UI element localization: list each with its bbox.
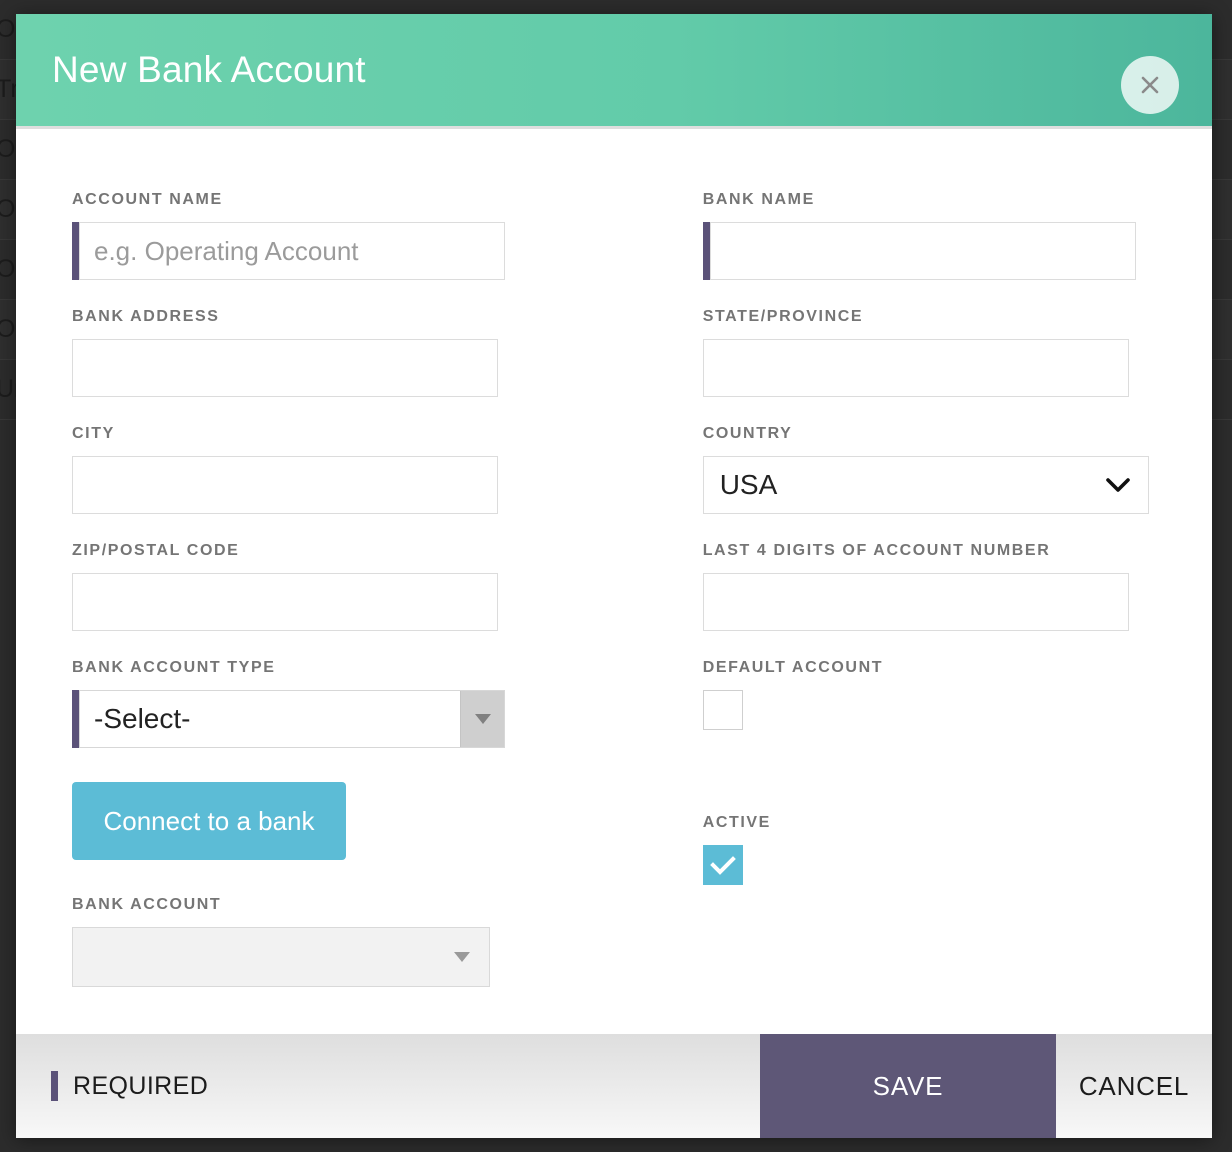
bank-address-input[interactable] xyxy=(72,339,498,397)
required-legend: REQUIRED xyxy=(51,1071,208,1101)
label-active: ACTIVE xyxy=(702,814,771,831)
label-last-4-digits: LAST 4 DIGITS OF ACCOUNT NUMBER xyxy=(702,542,1051,559)
dialog-header: New Bank Account xyxy=(16,14,1212,129)
bank-account-select xyxy=(72,927,490,987)
label-country: COUNTRY xyxy=(702,425,793,442)
required-marker xyxy=(702,222,710,280)
bank-account-type-select[interactable]: -Select- xyxy=(79,690,505,748)
form-left-column: ACCOUNT NAME BANK ADDRESS CITY xyxy=(72,191,703,1015)
label-state-province: STATE/PROVINCE xyxy=(702,308,864,325)
field-city: CITY xyxy=(72,425,703,514)
field-bank-name: BANK NAME xyxy=(702,191,1156,280)
required-marker xyxy=(72,690,79,748)
footer-buttons: SAVE CANCEL xyxy=(760,1034,1212,1138)
cancel-button[interactable]: CANCEL xyxy=(1056,1034,1212,1138)
field-account-name: ACCOUNT NAME xyxy=(72,191,703,280)
save-button[interactable]: SAVE xyxy=(760,1034,1056,1138)
close-icon[interactable] xyxy=(1121,56,1179,114)
form-right-column: BANK NAME STATE/PROVINCE COUNTRY USA LAS… xyxy=(702,191,1156,1015)
field-bank-account: BANK ACCOUNT xyxy=(72,896,703,987)
dialog-title: New Bank Account xyxy=(52,49,366,90)
label-city: CITY xyxy=(72,425,115,442)
label-bank-name: BANK NAME xyxy=(702,191,815,208)
state-province-input[interactable] xyxy=(702,339,1129,397)
zip-postal-code-input[interactable] xyxy=(72,573,498,631)
required-marker xyxy=(72,222,79,280)
field-active: ACTIVE xyxy=(702,814,1156,885)
triangle-down-icon[interactable] xyxy=(460,691,504,747)
field-bank-account-type: BANK ACCOUNT TYPE -Select- xyxy=(72,659,703,748)
required-marker xyxy=(51,1071,58,1101)
label-account-name: ACCOUNT NAME xyxy=(72,191,223,208)
new-bank-account-dialog: New Bank Account ACCOUNT NAME B xyxy=(16,14,1212,1138)
chevron-down-icon xyxy=(1104,469,1132,501)
city-input[interactable] xyxy=(72,456,498,514)
field-last-4-digits: LAST 4 DIGITS OF ACCOUNT NUMBER xyxy=(702,542,1156,631)
label-zip-postal-code: ZIP/POSTAL CODE xyxy=(72,542,240,559)
required-legend-label: REQUIRED xyxy=(73,1071,209,1100)
country-select[interactable]: USA xyxy=(702,456,1149,514)
checkmark-icon xyxy=(709,856,736,875)
triangle-down-icon xyxy=(435,928,489,986)
connect-to-a-bank-button[interactable]: Connect to a bank xyxy=(72,782,346,860)
last-4-digits-input[interactable] xyxy=(702,573,1129,631)
field-country: COUNTRY USA xyxy=(702,425,1156,514)
country-value: USA xyxy=(719,469,778,500)
field-state-province: STATE/PROVINCE xyxy=(702,308,1156,397)
label-bank-account: BANK ACCOUNT xyxy=(72,896,222,913)
bank-account-type-value: -Select- xyxy=(94,703,191,734)
label-bank-address: BANK ADDRESS xyxy=(72,308,220,325)
dialog-body: ACCOUNT NAME BANK ADDRESS CITY xyxy=(16,129,1212,1034)
dialog-footer: REQUIRED SAVE CANCEL xyxy=(16,1034,1212,1138)
active-checkbox[interactable] xyxy=(702,845,743,885)
field-default-account: DEFAULT ACCOUNT xyxy=(702,659,1156,730)
bank-name-input[interactable] xyxy=(709,222,1136,280)
default-account-checkbox[interactable] xyxy=(702,690,743,730)
field-zip-postal-code: ZIP/POSTAL CODE xyxy=(72,542,703,631)
field-bank-address: BANK ADDRESS xyxy=(72,308,703,397)
account-name-input[interactable] xyxy=(79,222,505,280)
label-bank-account-type: BANK ACCOUNT TYPE xyxy=(72,659,276,676)
label-default-account: DEFAULT ACCOUNT xyxy=(702,659,884,676)
